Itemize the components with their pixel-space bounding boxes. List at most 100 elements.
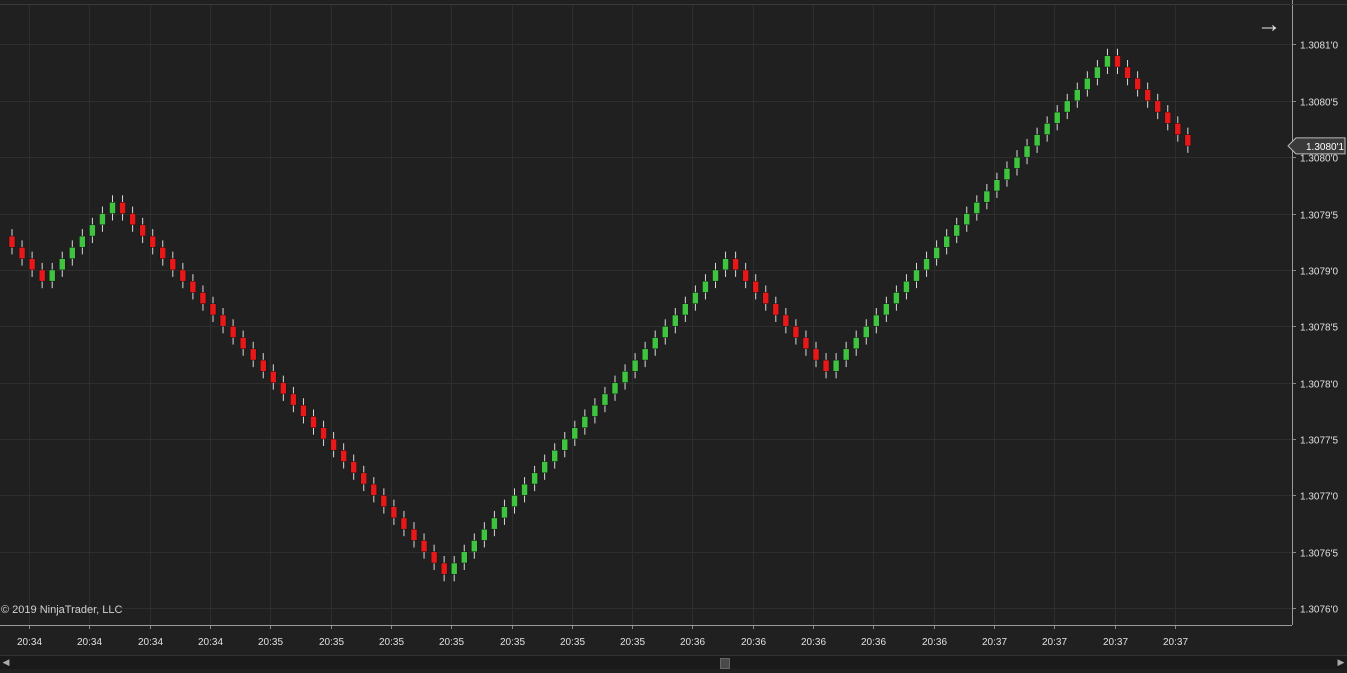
down-bar	[812, 348, 820, 361]
up-bar	[702, 280, 709, 293]
down-bar	[249, 348, 257, 361]
down-bar	[420, 540, 428, 552]
up-bar	[1043, 123, 1051, 135]
x-tick-label: 20:34	[198, 637, 223, 648]
down-bar	[229, 326, 237, 338]
up-bar	[651, 337, 659, 350]
up-bar	[59, 258, 66, 271]
up-bar	[662, 326, 669, 338]
x-tick-label: 20:36	[801, 637, 826, 648]
down-bar	[38, 269, 46, 282]
up-bar	[1074, 89, 1081, 102]
down-bar	[1124, 66, 1131, 79]
up-bar	[461, 551, 468, 564]
down-bar	[822, 359, 830, 372]
down-bar	[290, 393, 297, 406]
up-bar	[109, 202, 116, 214]
up-bar	[621, 371, 629, 383]
x-tick-label: 20:36	[680, 637, 705, 648]
y-tick-label: 1.3079'0	[1300, 267, 1338, 278]
down-bar	[802, 337, 810, 350]
up-bar	[1053, 111, 1061, 124]
down-bar	[139, 224, 146, 237]
down-bar	[280, 382, 287, 395]
down-bar	[752, 280, 759, 293]
up-bar	[1013, 156, 1021, 169]
down-bar	[179, 269, 187, 282]
scroll-right-icon[interactable]: ▶	[1335, 656, 1347, 669]
up-bar	[863, 326, 870, 338]
up-bar	[501, 506, 508, 519]
up-bar	[832, 359, 840, 372]
y-tick-label: 1.3079'5	[1300, 211, 1338, 222]
up-bar	[561, 438, 568, 451]
down-bar	[792, 326, 800, 338]
x-tick-label: 20:34	[138, 637, 163, 648]
down-bar	[149, 235, 156, 248]
down-bar	[18, 247, 26, 259]
down-bar	[330, 438, 337, 451]
up-bar	[641, 348, 649, 361]
down-bar	[189, 280, 197, 293]
down-bar	[430, 551, 438, 564]
scroll-thumb[interactable]	[720, 658, 730, 669]
current-price-label: 1.3080'1	[1306, 142, 1344, 153]
chart-canvas[interactable]: 1.3081'0 1.3080'5 1.3080'0 1.3079'5 1.3079'0…	[0, 0, 1347, 668]
down-bar	[1154, 100, 1161, 113]
x-tick-label: 20:35	[500, 637, 525, 648]
down-bar	[1174, 123, 1182, 135]
up-bar	[581, 416, 589, 428]
down-bar	[28, 258, 36, 271]
down-bar	[390, 506, 398, 519]
up-bar	[1023, 145, 1031, 158]
down-bar	[782, 314, 790, 327]
down-bar	[340, 450, 347, 462]
down-bar	[1184, 134, 1192, 147]
x-tick-label: 20:37	[1163, 637, 1188, 648]
down-bar	[129, 213, 136, 226]
down-bar	[270, 371, 277, 383]
up-bar	[1064, 100, 1071, 113]
up-bar	[973, 202, 981, 214]
up-bar	[903, 280, 910, 293]
copyright-text: © 2019 NinjaTrader, LLC	[1, 604, 123, 616]
y-tick-label: 1.3081'0	[1300, 41, 1338, 52]
up-bar	[983, 190, 991, 203]
up-bar	[69, 247, 76, 259]
down-bar	[219, 314, 227, 327]
horizontal-scrollbar[interactable]: ◀ ▶	[0, 655, 1347, 669]
up-bar	[1084, 78, 1091, 90]
down-bar	[742, 269, 749, 282]
y-tick-label: 1.3080'5	[1300, 98, 1338, 109]
down-bar	[169, 258, 177, 271]
price-bars	[8, 48, 1192, 582]
right-arrow-icon[interactable]: →	[1256, 12, 1282, 38]
down-bar	[380, 495, 388, 507]
up-bar	[943, 235, 950, 248]
x-tick-label: 20:37	[1042, 637, 1067, 648]
up-bar	[873, 314, 880, 327]
up-bar	[450, 562, 458, 575]
up-bar	[842, 348, 850, 361]
x-tick-label: 20:35	[620, 637, 645, 648]
down-bar	[159, 247, 166, 259]
down-bar	[8, 235, 16, 248]
up-bar	[1094, 66, 1101, 79]
y-tick-label: 1.3080'0	[1300, 154, 1338, 165]
up-bar	[481, 528, 488, 541]
scroll-left-icon[interactable]: ◀	[0, 656, 12, 669]
up-bar	[682, 303, 689, 316]
renko-chart[interactable]: 1.3081'0 1.3080'5 1.3080'0 1.3079'5 1.3079'0…	[0, 0, 1347, 669]
up-bar	[48, 269, 56, 282]
y-tick-label: 1.3078'5	[1300, 323, 1338, 334]
up-bar	[893, 292, 900, 304]
down-bar	[772, 303, 780, 316]
up-bar	[852, 337, 860, 350]
down-bar	[209, 303, 217, 316]
down-bar	[310, 416, 317, 428]
up-bar	[571, 427, 579, 440]
up-bar	[541, 461, 548, 474]
down-bar	[199, 292, 207, 304]
down-bar	[300, 404, 307, 417]
down-bar	[732, 258, 739, 271]
